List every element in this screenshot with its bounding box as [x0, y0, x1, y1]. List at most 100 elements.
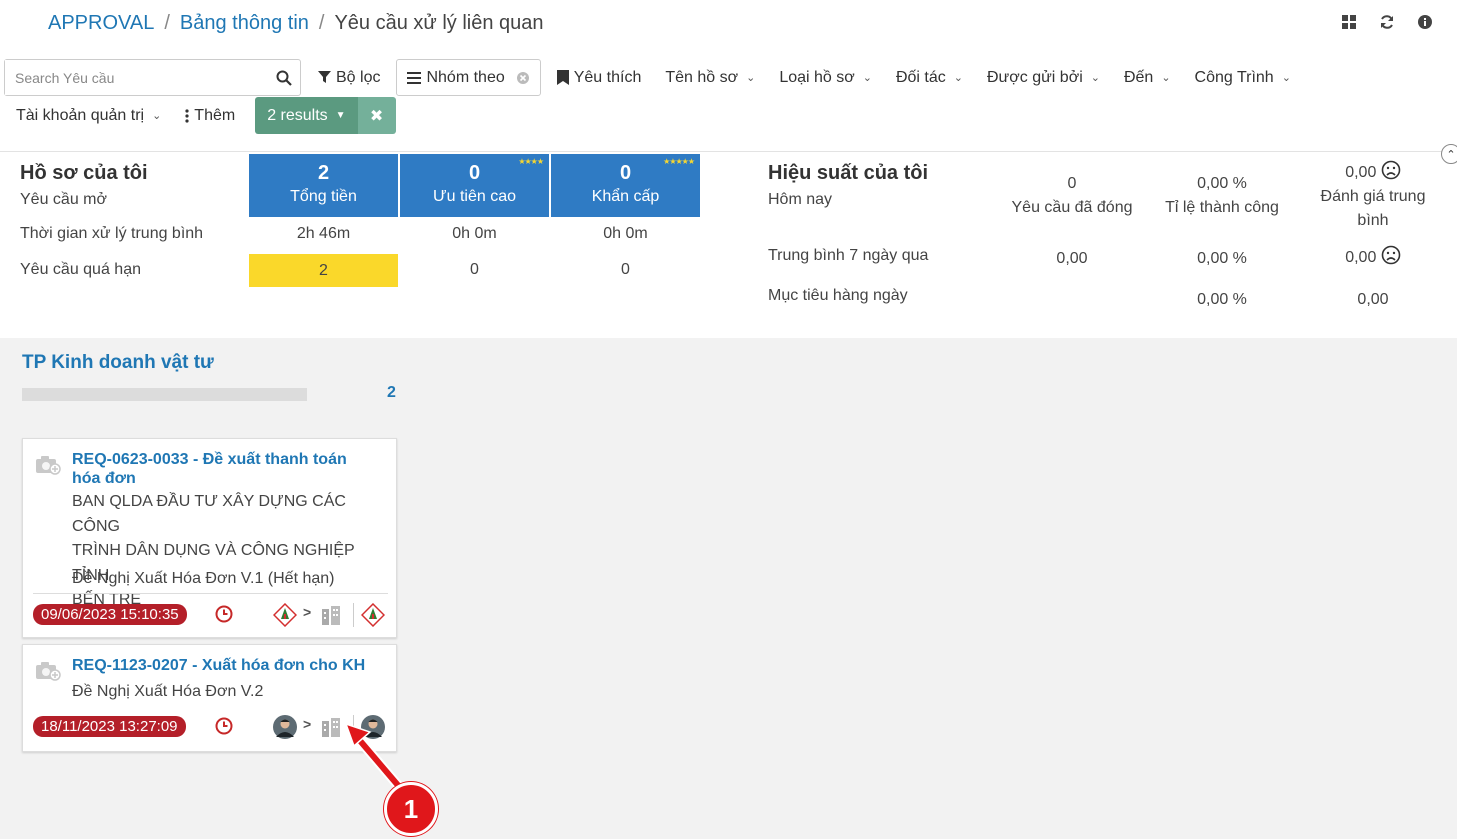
card-template: Đề Nghị Xuất Hóa Đơn V.1 (Hết hạn)	[72, 570, 335, 587]
breadcrumb-root-link[interactable]: APPROVAL	[48, 12, 154, 35]
results-dropdown[interactable]: 2 results ▼	[255, 97, 358, 134]
filter-dropdown[interactable]: Đến ⌄	[1112, 59, 1183, 96]
card-title-line: REQ-0623-0033 - Đề xuất thanh toán	[72, 451, 347, 468]
overdue-value[interactable]: 0	[551, 261, 700, 279]
search-input[interactable]	[5, 60, 268, 95]
card-partner: BAN QLDA ĐẦU TƯ XÂY DỰNG CÁC CÔNG TRÌNH …	[72, 490, 392, 613]
filter-dropdown-label: Công Trình	[1194, 68, 1274, 86]
card-title[interactable]: REQ-0623-0033 - Đề xuất thanh toán hóa đ…	[72, 450, 372, 488]
success-week-value: 0,00 %	[1197, 250, 1247, 267]
results-label: 2 results	[267, 106, 328, 124]
card-template: Đề Nghị Xuất Hóa Đơn V.2	[72, 683, 264, 700]
user-avatar	[273, 715, 297, 739]
row-label-target: Mục tiêu hàng ngày	[768, 287, 908, 304]
closed-requests-today: 0 Yêu cầu đã đóng	[992, 172, 1152, 220]
closed-today-value: 0	[1067, 175, 1077, 192]
company-logo-icon	[273, 603, 297, 627]
row-label-avg-time: Thời gian xử lý trung bình	[20, 225, 204, 242]
my-docs-title: Hồ sơ của tôi	[20, 162, 148, 184]
column-progress-bar[interactable]	[22, 388, 307, 401]
refresh-icon[interactable]	[1379, 14, 1395, 30]
camera-plus-icon	[36, 456, 61, 475]
breadcrumb: APPROVAL / Bảng thông tin / Yêu cầu xử l…	[48, 12, 544, 35]
deadline-badge: 09/06/2023 15:10:35	[33, 604, 187, 625]
vertical-ellipsis-icon	[185, 108, 189, 123]
filter-button[interactable]: Bộ lọc	[306, 59, 392, 96]
avg-time-value: 0h 0m	[603, 225, 648, 242]
row-label-open: Yêu cầu mở	[20, 191, 107, 208]
overdue-value[interactable]: 0	[400, 261, 549, 279]
card-title-line: hóa đơn	[72, 470, 136, 487]
breadcrumb-current: Yêu cầu xử lý liên quan	[334, 12, 544, 34]
breadcrumb-separator: /	[164, 12, 170, 34]
clear-groupby-icon[interactable]	[516, 71, 530, 85]
rating-today: 0,00 Đánh giá trung bình	[1293, 160, 1453, 233]
favorites-button[interactable]: Yêu thích	[545, 59, 654, 96]
admin-account-dropdown[interactable]: Tài khoản quản trị ⌄	[4, 97, 173, 134]
tile-label: Khẩn cấp	[591, 188, 660, 205]
chevron-down-icon: ⌄	[953, 72, 963, 84]
icon-separator	[353, 603, 354, 627]
clock-icon[interactable]	[215, 717, 233, 735]
tile-label: Ưu tiên cao	[432, 188, 517, 205]
filter-label: Bộ lọc	[336, 68, 381, 86]
avg-time-value: 2h 46m	[296, 225, 351, 242]
kanban-area: TP Kinh doanh vật tư 2 REQ-0623-0033 - Đ…	[0, 338, 1457, 839]
performance-title: Hiệu suất của tôi	[768, 162, 929, 184]
caret-down-icon: ▼	[335, 110, 346, 121]
row-label-today: Hôm nay	[768, 191, 833, 208]
admin-account-label: Tài khoản quản trị	[16, 106, 145, 124]
filter-dropdown[interactable]: Loại hồ sơ ⌄	[767, 59, 884, 96]
rating-today-value: 0,00	[1345, 164, 1377, 181]
filter-bar-row-2: Tài khoản quản trị ⌄ Thêm 2 results ▼ ✖	[4, 97, 396, 134]
clock-icon[interactable]	[215, 605, 233, 623]
chevron-down-icon: ⌄	[862, 72, 872, 84]
chevron-up-icon: ⌃	[1446, 148, 1456, 161]
groupby-button[interactable]: Nhóm theo	[396, 59, 541, 96]
tile-urgent[interactable]: ★★★★★ 0 Khẩn cấp	[551, 154, 700, 217]
rating-week-value: 0,00	[1345, 249, 1377, 266]
search-box	[4, 59, 301, 96]
frown-icon	[1381, 245, 1401, 265]
more-button[interactable]: Thêm	[173, 97, 247, 134]
success-today-value: 0,00 %	[1197, 175, 1247, 192]
groupby-label: Nhóm theo	[426, 68, 505, 86]
tile-high-priority[interactable]: ★★★★ 0 Ưu tiên cao	[400, 154, 549, 217]
avg-time-value: 0h 0m	[452, 225, 497, 242]
filter-icon	[318, 71, 331, 83]
overdue-value[interactable]: 2	[249, 254, 398, 287]
rating-today-row: 0,00	[1293, 160, 1453, 185]
favorites-label: Yêu thích	[573, 68, 642, 86]
collapse-dashboard-button[interactable]: ⌃	[1441, 144, 1457, 164]
kanban-column-title[interactable]: TP Kinh doanh vật tư	[22, 352, 214, 374]
chevron-down-icon: ⌄	[1090, 72, 1100, 84]
col-label-closed: Yêu cầu đã đóng	[1011, 199, 1133, 216]
col-label-rating: Đánh giá trung bình	[1320, 188, 1426, 229]
breadcrumb-parent-link[interactable]: Bảng thông tin	[180, 12, 309, 35]
dashboard: Hồ sơ của tôi Yêu cầu mở Thời gian xử lý…	[0, 144, 1457, 338]
frown-icon	[1381, 160, 1401, 180]
search-icon[interactable]	[268, 70, 300, 86]
info-icon[interactable]	[1417, 14, 1433, 30]
kanban-card[interactable]: REQ-0623-0033 - Đề xuất thanh toán hóa đ…	[22, 438, 397, 638]
filter-dropdown-label: Loại hồ sơ	[779, 68, 855, 86]
camera-plus-icon	[36, 662, 61, 681]
filter-dropdown[interactable]: Được gửi bởi ⌄	[975, 59, 1112, 96]
grid-icon[interactable]	[1341, 14, 1357, 30]
card-title[interactable]: REQ-1123-0207 - Xuất hóa đơn cho KH	[72, 656, 372, 675]
card-divider	[33, 593, 388, 594]
closed-week-value: 0,00	[1056, 250, 1088, 267]
chevron-right-icon: >	[303, 716, 312, 732]
row-label-overdue: Yêu cầu quá hạn	[20, 261, 141, 278]
chevron-down-icon: ⌄	[1161, 72, 1171, 84]
rating-target-value: 0,00	[1357, 291, 1389, 308]
success-rate-today: 0,00 % Tỉ lệ thành công	[1142, 172, 1302, 220]
clear-results-button[interactable]: ✖	[357, 97, 396, 134]
close-icon: ✖	[369, 107, 384, 125]
tile-total[interactable]: 2 Tổng tiền	[249, 154, 398, 217]
chevron-right-icon: >	[303, 604, 312, 620]
filter-dropdown[interactable]: Công Trình ⌄	[1183, 59, 1303, 96]
filter-dropdown[interactable]: Tên hồ sơ ⌄	[653, 59, 767, 96]
filter-bar: Bộ lọc Nhóm theo Yêu thích Tên hồ sơ ⌄ Lo…	[306, 59, 1303, 96]
filter-dropdown[interactable]: Đối tác ⌄	[884, 59, 975, 96]
